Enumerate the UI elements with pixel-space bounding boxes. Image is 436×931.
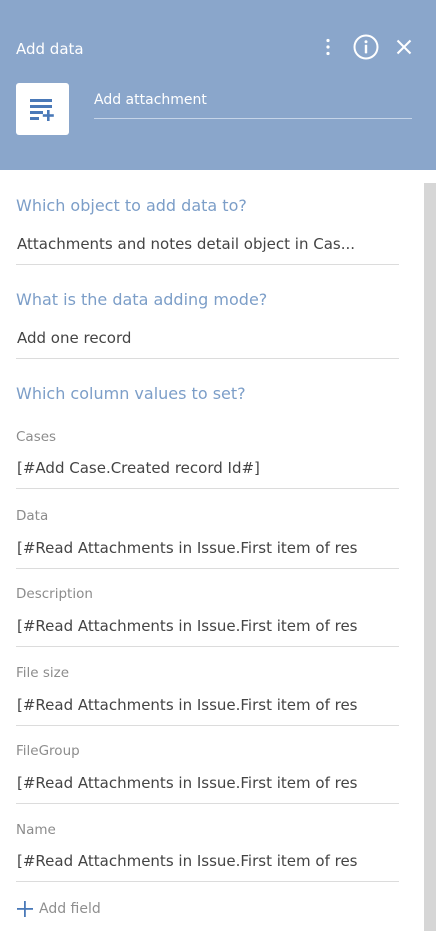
column-label-cases: Cases: [16, 429, 57, 445]
info-icon: [353, 34, 379, 60]
element-caption-input[interactable]: Add attachment: [94, 87, 412, 119]
add-field-label: Add field: [39, 901, 101, 917]
object-question: Which object to add data to?: [16, 196, 247, 215]
column-label-filegroup: FileGroup: [16, 743, 80, 759]
column-label-file-size: File size: [16, 665, 70, 681]
column-field-data[interactable]: [#Read Attachments in Issue.First item o…: [16, 537, 399, 569]
column-label-data: Data: [16, 508, 49, 524]
column-field-description[interactable]: [#Read Attachments in Issue.First item o…: [16, 615, 399, 647]
column-field-cases[interactable]: [#Add Case.Created record Id#]: [16, 457, 399, 489]
column-label-name: Name: [16, 822, 56, 838]
column-field-filegroup[interactable]: [#Read Attachments in Issue.First item o…: [16, 772, 399, 804]
close-button[interactable]: [392, 35, 416, 59]
plus-icon: [17, 901, 33, 917]
panel-title: Add data: [16, 40, 84, 58]
mode-field[interactable]: Add one record: [16, 327, 399, 359]
element-icon-box: [16, 83, 69, 135]
mode-question: What is the data adding mode?: [16, 290, 268, 309]
object-field[interactable]: Attachments and notes detail object in C…: [16, 233, 399, 265]
column-field-file-size[interactable]: [#Read Attachments in Issue.First item o…: [16, 694, 399, 726]
kebab-menu-icon: [326, 38, 330, 56]
column-label-description: Description: [16, 586, 93, 602]
add-field-button[interactable]: Add field: [16, 897, 101, 921]
columns-question: Which column values to set?: [16, 384, 246, 403]
add-data-element-icon: [29, 99, 54, 121]
kebab-menu-button[interactable]: [318, 34, 338, 60]
scrollbar[interactable]: [424, 183, 436, 931]
close-icon: [396, 39, 412, 55]
panel-header: Add data Add attachment: [0, 0, 436, 170]
column-field-name[interactable]: [#Read Attachments in Issue.First item o…: [16, 850, 399, 882]
info-button[interactable]: [352, 33, 380, 61]
